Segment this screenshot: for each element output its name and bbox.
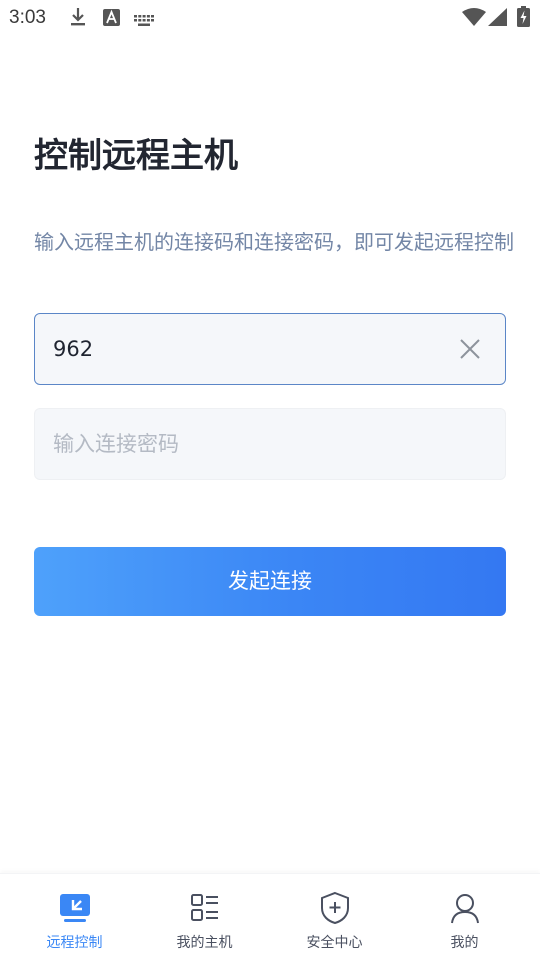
nav-item-my-hosts[interactable]: 我的主机 <box>137 874 272 960</box>
wifi-icon <box>462 8 486 30</box>
clear-icon[interactable] <box>457 336 483 362</box>
nav-item-security-center[interactable]: 安全中心 <box>267 874 402 960</box>
remote-desktop-icon <box>58 891 92 925</box>
user-icon <box>448 891 482 925</box>
battery-charging-icon <box>517 6 530 31</box>
connection-password-input[interactable] <box>53 409 443 479</box>
page-title: 控制远程主机 <box>34 136 238 176</box>
connection-password-field[interactable] <box>34 408 506 480</box>
nav-label-me: 我的 <box>450 935 479 951</box>
nav-item-me[interactable]: 我的 <box>397 874 532 960</box>
font-a-icon <box>103 9 120 30</box>
bottom-nav: 远程控制 我的主机 安全中心 我的 <box>0 873 540 960</box>
connect-button[interactable]: 发起连接 <box>34 547 506 616</box>
nav-label-my-hosts: 我的主机 <box>176 935 233 951</box>
nav-label-remote-control: 远程控制 <box>46 935 103 951</box>
screen: 3:03 控制远程主机 输入远程主机的连接码和连接密码，即可发起远程控制 962… <box>0 0 540 960</box>
nav-label-security-center: 安全中心 <box>306 935 363 951</box>
keyboard-icon <box>134 12 154 31</box>
download-icon <box>69 7 87 31</box>
connection-code-field[interactable] <box>34 313 506 385</box>
signal-icon <box>488 8 507 30</box>
host-list-icon <box>188 891 222 925</box>
shield-plus-icon <box>318 891 352 925</box>
connection-code-input[interactable] <box>53 314 443 384</box>
status-time: 3:03 <box>9 7 46 28</box>
status-bar: 3:03 <box>0 0 540 36</box>
nav-item-remote-control[interactable]: 远程控制 <box>7 874 142 960</box>
page-description: 输入远程主机的连接码和连接密码，即可发起远程控制 <box>34 230 514 254</box>
